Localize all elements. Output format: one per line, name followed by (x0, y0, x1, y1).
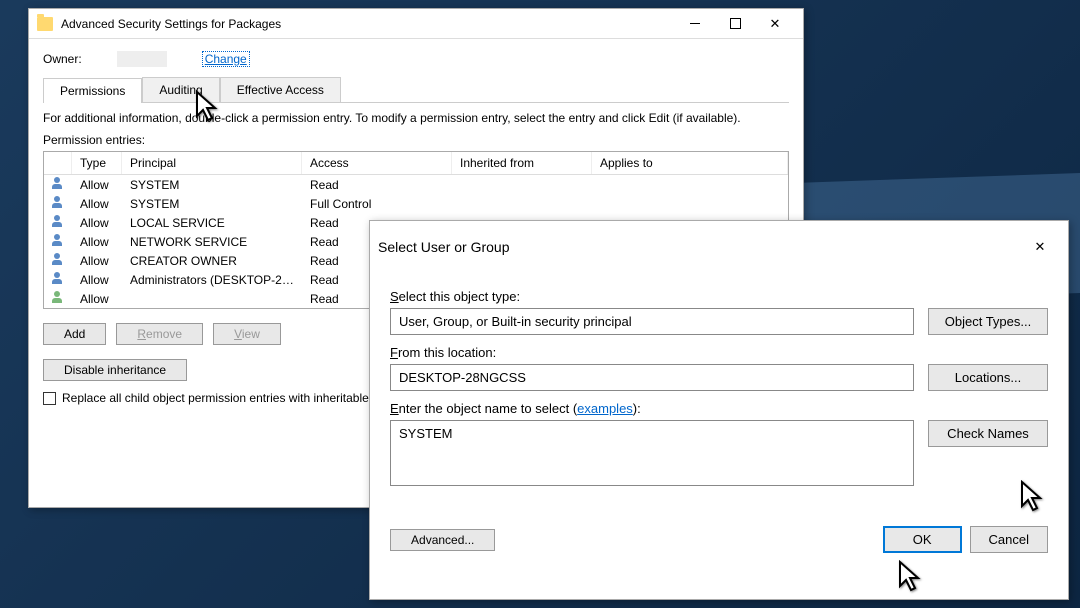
user-icon (52, 291, 68, 303)
maximize-button[interactable] (715, 11, 755, 36)
add-button[interactable]: Add (43, 323, 106, 345)
ok-button[interactable]: OK (883, 526, 962, 553)
disable-inheritance-button[interactable]: Disable inheritance (43, 359, 187, 381)
info-text: For additional information, double-click… (43, 111, 789, 125)
user-icon (52, 177, 68, 189)
close-button[interactable] (1020, 235, 1060, 260)
remove-button[interactable]: Remove (116, 323, 203, 345)
examples-link[interactable]: examples (577, 401, 633, 416)
col-type[interactable]: Type (72, 152, 122, 174)
table-row[interactable]: Allow SYSTEM Read (44, 175, 788, 194)
close-button[interactable] (755, 11, 795, 36)
table-row[interactable]: Allow SYSTEM Full Control (44, 194, 788, 213)
change-owner-link[interactable]: Change (202, 51, 250, 67)
tab-auditing[interactable]: Auditing (142, 77, 219, 102)
user-icon (52, 215, 68, 227)
object-name-input[interactable]: SYSTEM (390, 420, 914, 486)
owner-value (117, 51, 167, 67)
owner-label: Owner: (43, 52, 82, 66)
user-icon (52, 234, 68, 246)
view-button[interactable]: View (213, 323, 281, 345)
col-applies[interactable]: Applies to (592, 152, 788, 174)
titlebar: Advanced Security Settings for Packages (29, 9, 803, 39)
window-title: Advanced Security Settings for Packages (61, 17, 675, 31)
location-label: From this location: (390, 345, 1048, 360)
object-type-label: Select this object type: (390, 289, 1048, 304)
replace-checkbox[interactable] (43, 392, 56, 405)
object-name-label: Enter the object name to select (example… (390, 401, 1048, 416)
user-icon (52, 272, 68, 284)
tab-permissions[interactable]: Permissions (43, 78, 142, 103)
cancel-button[interactable]: Cancel (970, 526, 1048, 553)
locations-button[interactable]: Locations... (928, 364, 1048, 391)
user-icon (52, 253, 68, 265)
col-access[interactable]: Access (302, 152, 452, 174)
col-inherited[interactable]: Inherited from (452, 152, 592, 174)
object-types-button[interactable]: Object Types... (928, 308, 1048, 335)
location-field: DESKTOP-28NGCSS (390, 364, 914, 391)
select-user-window: Select User or Group Select this object … (369, 220, 1069, 600)
select-user-title: Select User or Group (378, 239, 1020, 255)
folder-icon (37, 17, 53, 31)
object-type-field: User, Group, or Built-in security princi… (390, 308, 914, 335)
watermark: UGETFIX (968, 577, 1060, 598)
minimize-button[interactable] (675, 11, 715, 36)
user-icon (52, 196, 68, 208)
tab-effective-access[interactable]: Effective Access (220, 77, 341, 102)
advanced-button[interactable]: Advanced... (390, 529, 495, 551)
tabs: Permissions Auditing Effective Access (43, 77, 789, 103)
permission-entries-label: Permission entries: (43, 133, 789, 147)
col-principal[interactable]: Principal (122, 152, 302, 174)
check-names-button[interactable]: Check Names (928, 420, 1048, 447)
